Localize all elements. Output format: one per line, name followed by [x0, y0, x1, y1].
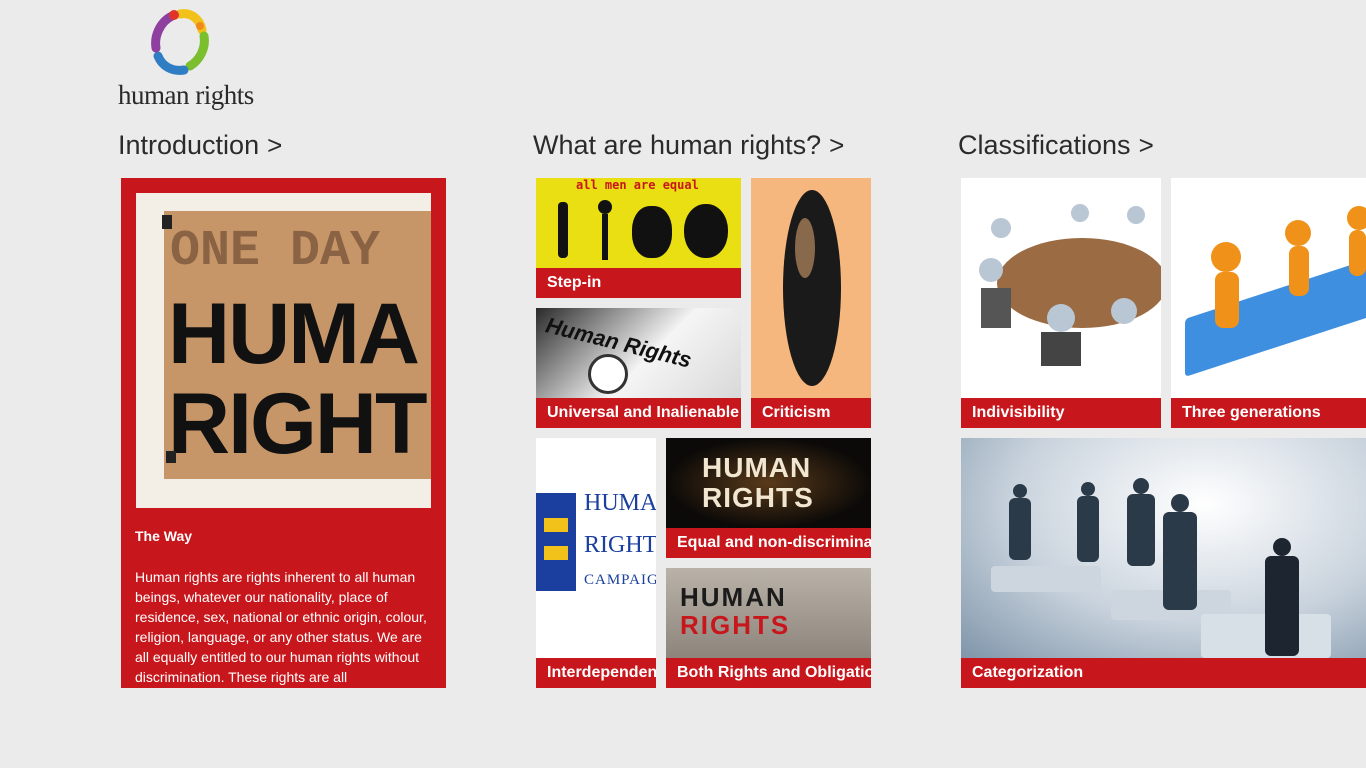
tile-image: HUMAN RIGHTS: [666, 568, 871, 658]
group-title: Classifications: [958, 130, 1131, 160]
tile-universal-and-inalienable[interactable]: Human Rights Universal and Inalienable: [536, 308, 741, 428]
tile-indivisibility[interactable]: Indivisibility: [961, 178, 1161, 428]
tile-caption: Criticism: [751, 398, 871, 428]
tile-image-text: RIGHTS: [584, 532, 656, 558]
tile-equal-and-non-discriminate[interactable]: HUMAN RIGHTS Equal and non-discriminate: [666, 438, 871, 558]
chevron-right-icon: >: [267, 130, 283, 160]
hero-image-text: RIGHT: [168, 376, 428, 472]
tile-caption: Categorization: [961, 658, 1366, 688]
tile-caption: Equal and non-discriminate: [666, 528, 871, 558]
tile-caption: Step-in: [536, 268, 741, 298]
chevron-right-icon: >: [1138, 130, 1154, 160]
tile-image-text: all men are equal: [576, 178, 699, 192]
group-title: Introduction: [118, 130, 260, 160]
group-title: What are human rights?: [533, 130, 822, 160]
tile-image: [961, 178, 1161, 398]
tile-both-rights-and-obligations[interactable]: HUMAN RIGHTS Both Rights and Obligations: [666, 568, 871, 688]
tile-image: [961, 438, 1366, 658]
tile-image-text: RIGHTS: [680, 610, 791, 640]
tile-criticism[interactable]: Criticism: [751, 178, 871, 428]
tile-image-text: HUMAN: [584, 490, 656, 516]
hero-image-text: HUMA: [168, 286, 420, 382]
tile-step-in[interactable]: all men are equal Step-in: [536, 178, 741, 298]
hero-image: ONE DAY HUMA RIGHT: [136, 193, 431, 508]
tile-interdependent[interactable]: HUMAN RIGHTS CAMPAIGN Interdependent: [536, 438, 656, 688]
tile-title: The Way: [135, 528, 193, 544]
tile-body: Human rights are rights inherent to all …: [135, 569, 427, 685]
tile-caption: Three generations: [1171, 398, 1366, 428]
tile-image: [751, 178, 871, 398]
logo-text: human rights: [118, 80, 254, 110]
tile-caption: Interdependent: [536, 658, 656, 688]
tile-image: all men are equal: [536, 178, 741, 268]
tile-categorization[interactable]: Categorization: [961, 438, 1366, 688]
chevron-right-icon: >: [829, 130, 845, 160]
tile-image: HUMAN RIGHTS CAMPAIGN: [536, 438, 656, 658]
app-logo: human rights: [118, 8, 254, 110]
tile-caption: Indivisibility: [961, 398, 1161, 428]
group-header-classifications[interactable]: Classifications >: [958, 130, 1154, 161]
tile-image: Human Rights: [536, 308, 741, 398]
hero-image-text: ONE DAY: [170, 223, 381, 280]
hands-circle-icon: [151, 9, 209, 75]
tile-the-way[interactable]: ONE DAY HUMA RIGHT The Way Human rights …: [121, 178, 446, 688]
tile-image-text: RIGHTS: [702, 482, 814, 513]
tile-image: [1171, 178, 1366, 398]
tile-caption: Both Rights and Obligations: [666, 658, 871, 688]
tile-image-text: HUMAN: [702, 452, 812, 483]
tile-caption: Universal and Inalienable: [536, 398, 741, 428]
group-header-what-are-human-rights[interactable]: What are human rights? >: [533, 130, 844, 161]
group-header-introduction[interactable]: Introduction >: [118, 130, 282, 161]
tile-image-text: CAMPAIGN: [584, 572, 656, 588]
tile-image-text: HUMAN: [680, 582, 787, 612]
tile-image: HUMAN RIGHTS: [666, 438, 871, 528]
tile-three-generations[interactable]: Three generations: [1171, 178, 1366, 428]
clock-icon: [588, 354, 628, 394]
